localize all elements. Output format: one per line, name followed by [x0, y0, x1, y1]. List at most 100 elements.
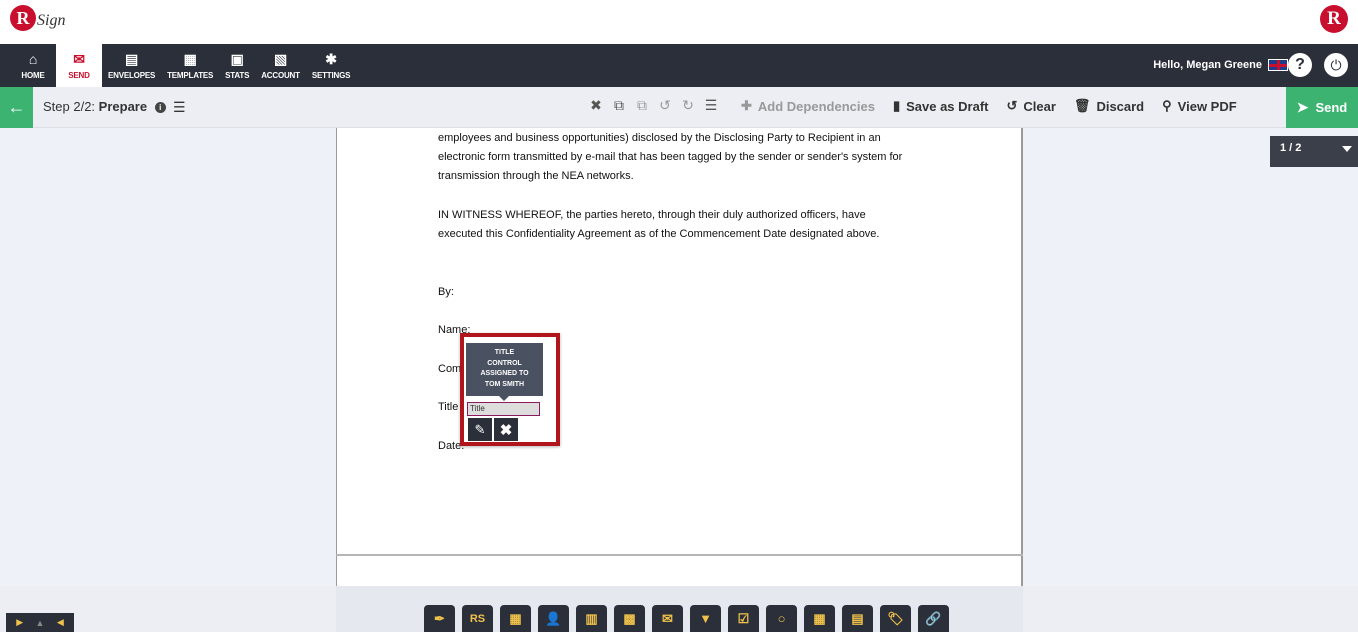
- hyperlink-control-icon[interactable]: 🔗: [918, 605, 949, 632]
- step-indicator: Step 2/2: Prepare i: [43, 99, 166, 114]
- file-icon: ▮: [892, 98, 901, 113]
- logout-button[interactable]: ⏻: [1324, 53, 1348, 77]
- doc-line: employees and business opportunities) di…: [438, 132, 881, 144]
- list-icon[interactable]: ☰: [173, 99, 186, 116]
- document-page[interactable]: [336, 128, 1023, 586]
- name-control-icon[interactable]: 👤: [538, 605, 569, 632]
- page-break: [336, 554, 1023, 556]
- nav-templates[interactable]: ▦ TEMPLATES: [161, 44, 219, 87]
- doc-line: By:: [438, 286, 454, 298]
- send-button[interactable]: ➤ Send: [1286, 87, 1358, 128]
- mini-navigator: ▶ ▲ ◀: [6, 613, 74, 632]
- tooltip-line: TITLE: [494, 349, 515, 356]
- up-arrow-icon[interactable]: ▲: [36, 618, 45, 628]
- templates-icon: ▦: [183, 50, 197, 67]
- nav-settings-label: SETTINGS: [311, 70, 351, 80]
- nav-account[interactable]: ▧ ACCOUNT: [255, 44, 306, 87]
- dropdown-control-icon[interactable]: ▼: [690, 605, 721, 632]
- nav-home[interactable]: ⌂ HOME: [10, 44, 56, 87]
- main-nav: ⌂ HOME ✉ SEND ▤ ENVELOPES ▦ TEMPLATES ▣ …: [0, 44, 1358, 87]
- undo-icon: ↺: [1006, 98, 1018, 113]
- copy-icon[interactable]: ⧉: [611, 97, 627, 114]
- doc-line: IN WITNESS WHEREOF, the parties hereto, …: [438, 209, 866, 221]
- radio-control-icon[interactable]: ○: [766, 605, 797, 632]
- page-number: 1 / 2: [1280, 142, 1302, 154]
- checkbox-control-icon[interactable]: ☑: [728, 605, 759, 632]
- tooltip-line: ASSIGNED TO: [480, 370, 529, 377]
- discard-label: Discard: [1096, 98, 1145, 114]
- trash-icon: 🗑: [1073, 98, 1091, 113]
- send-label: Send: [1315, 100, 1348, 115]
- nav-send-label: SEND: [68, 70, 90, 80]
- email-control-icon[interactable]: ✉: [652, 605, 683, 632]
- edit-tools: ✖ ⧉ ⧉ ↺ ↻ ☰: [588, 97, 719, 114]
- nav-templates-label: TEMPLATES: [167, 70, 214, 80]
- toolbar-actions: ✚ Add Dependencies ▮ Save as Draft ↺ Cle…: [741, 98, 1255, 114]
- nav-home-label: HOME: [21, 70, 45, 80]
- doc-line: Com: [438, 363, 462, 375]
- clear-button[interactable]: ↺ Clear: [1006, 98, 1055, 114]
- prepare-toolbar: ← Step 2/2: Prepare i ☰ ✖ ⧉ ⧉ ↺ ↻ ☰ ✚ Ad…: [0, 87, 1358, 128]
- date-signed-control-icon[interactable]: ▦: [500, 605, 531, 632]
- nav-envelopes-label: ENVELOPES: [108, 70, 156, 80]
- user-greeting: Hello, Megan Greene: [1153, 59, 1262, 71]
- text-control-icon[interactable]: ▤: [842, 605, 873, 632]
- nav-stats-label: STATS: [225, 70, 250, 80]
- envelope-icon: ✉: [73, 50, 85, 67]
- label-control-icon[interactable]: 🏷: [880, 605, 911, 632]
- align-icon[interactable]: ☰: [703, 97, 719, 114]
- home-icon: ⌂: [28, 50, 38, 67]
- undo-icon[interactable]: ↺: [657, 97, 673, 114]
- title-control-icon[interactable]: ▥: [576, 605, 607, 632]
- date-control-icon[interactable]: ▦: [804, 605, 835, 632]
- chevron-down-icon: [1342, 146, 1352, 152]
- control-palette: ✒ RS ▦ 👤 ▥ ▩ ✉ ▼ ☑ ○ ▦ ▤ 🏷 🔗: [424, 605, 949, 632]
- tooltip-arrow: [499, 396, 509, 401]
- add-dependencies-label: Add Dependencies: [757, 98, 875, 114]
- puzzle-icon: ✚: [741, 98, 752, 113]
- account-icon: ▧: [274, 50, 288, 67]
- play-icon[interactable]: ▶: [16, 617, 23, 628]
- inbox-icon: ▤: [125, 50, 139, 67]
- tooltip-line: CONTROL: [487, 359, 522, 367]
- logo-text: Sign: [37, 12, 66, 29]
- nav-stats[interactable]: ▣ STATS: [219, 44, 255, 87]
- view-pdf-label: View PDF: [1177, 98, 1237, 114]
- delete-control-icon[interactable]: ✖: [588, 97, 604, 114]
- control-tooltip: TITLE CONTROL ASSIGNED TO TOM SMITH: [466, 343, 543, 396]
- save-as-draft-button[interactable]: ▮ Save as Draft: [893, 98, 989, 114]
- clear-label: Clear: [1023, 98, 1056, 114]
- doc-line: transmission through the NEA networks.: [438, 170, 634, 182]
- step-name: Prepare: [98, 99, 148, 114]
- left-arrow-icon[interactable]: ◀: [57, 617, 64, 628]
- gear-icon: ✱: [325, 50, 337, 67]
- view-pdf-button[interactable]: ⚲ View PDF: [1162, 98, 1237, 114]
- title-control-field[interactable]: Title: [467, 402, 540, 416]
- initials-control-icon[interactable]: RS: [462, 605, 493, 632]
- redo-icon[interactable]: ↻: [680, 97, 696, 114]
- rsign-logo[interactable]: R Sign: [10, 5, 65, 31]
- paste-icon[interactable]: ⧉: [634, 97, 650, 114]
- search-icon: ⚲: [1162, 98, 1172, 113]
- rpost-logo: R: [1320, 5, 1348, 33]
- uk-flag-icon[interactable]: [1268, 59, 1288, 71]
- nav-send[interactable]: ✉ SEND: [56, 44, 102, 87]
- info-icon[interactable]: i: [154, 102, 166, 113]
- briefcase-icon: ▣: [230, 50, 244, 67]
- edit-control-button[interactable]: ✎: [468, 418, 492, 441]
- discard-button[interactable]: 🗑 Discard: [1074, 98, 1144, 114]
- doc-line: executed this Confidentiality Agreement …: [438, 228, 880, 240]
- company-control-icon[interactable]: ▩: [614, 605, 645, 632]
- logo-mark: R: [10, 5, 36, 31]
- page-selector[interactable]: 1 / 2: [1270, 136, 1358, 167]
- paper-plane-icon: ➤: [1296, 99, 1309, 115]
- back-button[interactable]: ←: [0, 87, 33, 128]
- doc-line: Title: [438, 401, 459, 413]
- add-dependencies-button[interactable]: ✚ Add Dependencies: [741, 98, 875, 114]
- nav-account-label: ACCOUNT: [261, 70, 300, 80]
- nav-settings[interactable]: ✱ SETTINGS: [306, 44, 356, 87]
- signature-control-icon[interactable]: ✒: [424, 605, 455, 632]
- delete-control-button[interactable]: ✖: [494, 418, 518, 441]
- help-button[interactable]: ?: [1288, 53, 1312, 77]
- nav-envelopes[interactable]: ▤ ENVELOPES: [102, 44, 161, 87]
